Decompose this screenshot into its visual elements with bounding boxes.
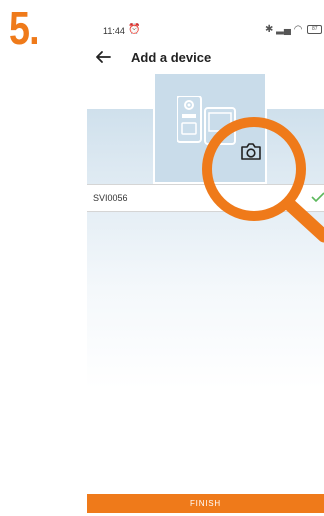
finish-button[interactable]: FINISH [87, 494, 324, 513]
status-bar: 11:44 ⏰ ✱ ▂▄ ◠ 87 [87, 16, 324, 42]
arrow-left-icon[interactable] [94, 48, 112, 66]
phone-screen: 11:44 ⏰ ✱ ▂▄ ◠ 87 Add a device SVI0056 F… [87, 16, 324, 513]
status-icons: ✱ ▂▄ ◠ 87 [265, 24, 323, 35]
battery-icon: 87 [307, 24, 323, 34]
page-title: Add a device [131, 50, 212, 65]
app-header: Add a device [87, 44, 324, 74]
alarm-icon: ⏰ [128, 24, 141, 35]
step-number: 5. [9, 2, 40, 54]
device-id-value: SVI0056 [93, 193, 128, 203]
bluetooth-icon: ✱ [265, 24, 274, 35]
signal-icon: ▂▄ [276, 24, 291, 35]
wifi-icon: ◠ [293, 24, 303, 35]
status-time: 11:44 [103, 26, 125, 36]
magnifier-overlay [202, 117, 324, 243]
